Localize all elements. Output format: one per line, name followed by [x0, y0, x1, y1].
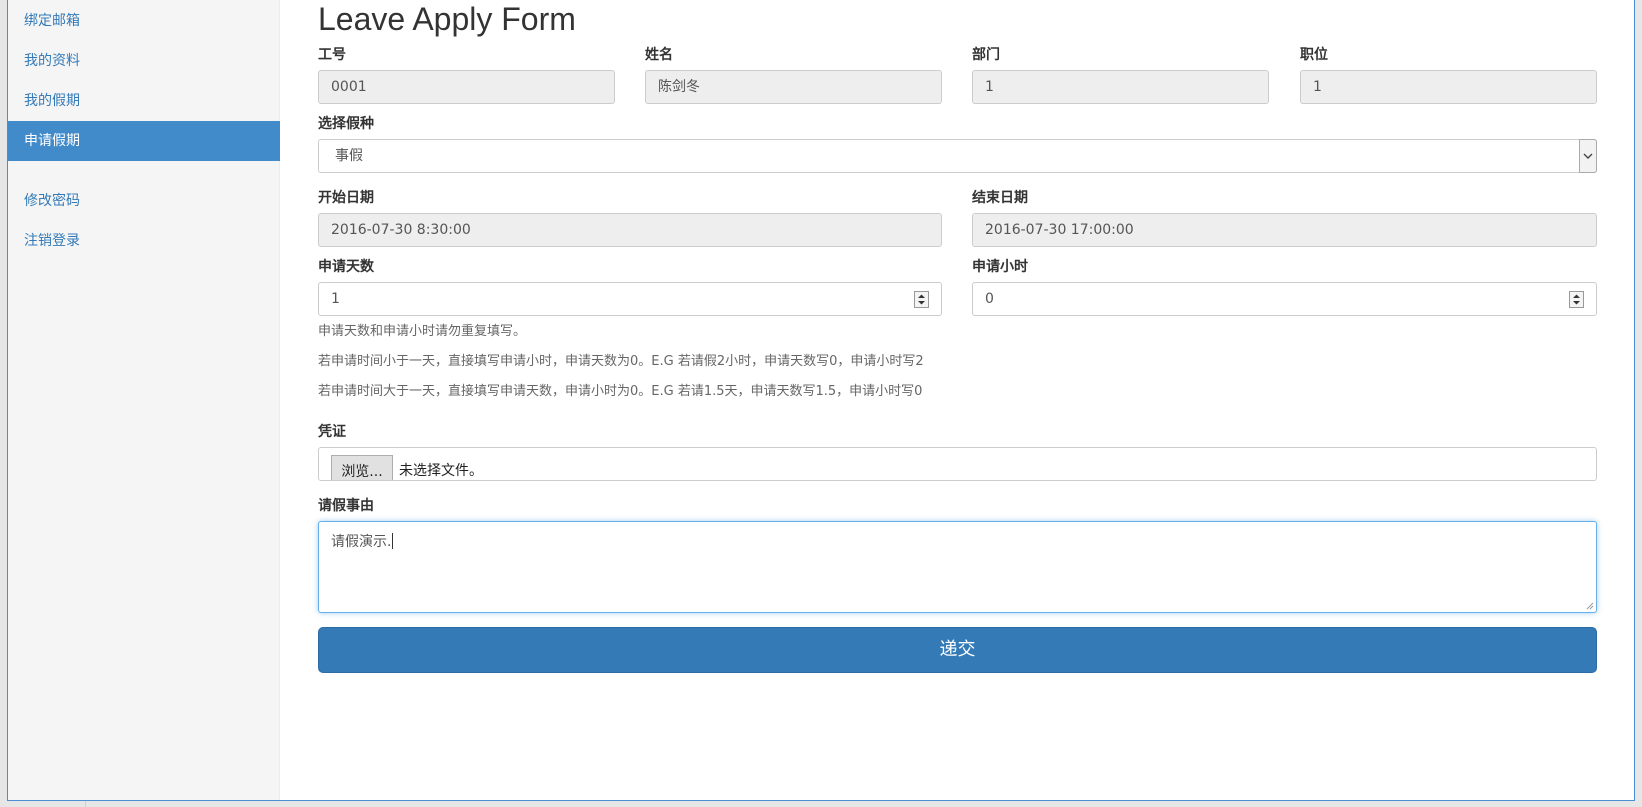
- position-field[interactable]: 1: [1300, 70, 1597, 104]
- leave-type-label: 选择假种: [318, 116, 374, 132]
- hours-stepper[interactable]: 0: [972, 282, 1597, 316]
- employee-id-field[interactable]: 0001: [318, 70, 615, 104]
- leave-type-value: 事假: [335, 148, 363, 164]
- sidebar-item-my-profile[interactable]: 我的资料: [8, 41, 280, 81]
- name-field[interactable]: 陈剑冬: [645, 70, 942, 104]
- days-value: 1: [331, 291, 340, 307]
- sidebar-item-change-password[interactable]: 修改密码: [8, 181, 280, 221]
- hint-text: 若申请时间大于一天，直接填写申请天数，申请小时为0。E.G 若请1.5天，申请天…: [318, 384, 923, 399]
- start-date-field[interactable]: 2016-07-30 8:30:00: [318, 213, 942, 247]
- background-divider: [85, 801, 86, 807]
- days-stepper[interactable]: 1: [318, 282, 942, 316]
- hint-text: 若申请时间小于一天，直接填写申请小时，申请天数为0。E.G 若请假2小时，申请天…: [318, 354, 924, 369]
- end-date-label: 结束日期: [972, 190, 1028, 206]
- hours-value: 0: [985, 291, 994, 307]
- reason-textarea[interactable]: 请假演示.: [318, 521, 1597, 613]
- main-content: Leave Apply Form 工号 0001 姓名 陈剑冬 部门 1 职位 …: [280, 0, 1634, 800]
- browse-button[interactable]: 浏览...: [331, 455, 393, 480]
- sidebar: 绑定邮箱 我的资料 我的假期 申请假期 修改密码 注销登录: [8, 0, 280, 800]
- start-date-label: 开始日期: [318, 190, 374, 206]
- text-caret: [392, 533, 394, 549]
- hint-text: 申请天数和申请小时请勿重复填写。: [318, 324, 527, 339]
- sidebar-item-logout[interactable]: 注销登录: [8, 221, 280, 261]
- name-label: 姓名: [645, 47, 673, 63]
- employee-id-label: 工号: [318, 47, 346, 63]
- stepper-arrows-icon[interactable]: [1569, 291, 1584, 308]
- position-label: 职位: [1300, 47, 1328, 63]
- department-label: 部门: [972, 47, 1000, 63]
- days-label: 申请天数: [318, 259, 374, 275]
- app-window: 绑定邮箱 我的资料 我的假期 申请假期 修改密码 注销登录 Leave Appl…: [7, 0, 1635, 801]
- file-upload-field[interactable]: 浏览... 未选择文件。: [318, 447, 1597, 481]
- end-date-field[interactable]: 2016-07-30 17:00:00: [972, 213, 1597, 247]
- chevron-down-icon[interactable]: [1579, 139, 1597, 173]
- voucher-label: 凭证: [318, 424, 346, 440]
- page-title: Leave Apply Form: [318, 1, 576, 37]
- stepper-arrows-icon[interactable]: [914, 291, 929, 308]
- file-status: 未选择文件。: [399, 463, 483, 479]
- submit-button[interactable]: 递交: [318, 627, 1597, 673]
- leave-type-select[interactable]: 事假: [318, 139, 1597, 173]
- department-field[interactable]: 1: [972, 70, 1269, 104]
- sidebar-item-apply-leave[interactable]: 申请假期: [8, 121, 280, 161]
- resize-grip-icon[interactable]: [1585, 601, 1594, 610]
- sidebar-item-my-leave[interactable]: 我的假期: [8, 81, 280, 121]
- reason-value: 请假演示.: [331, 534, 392, 550]
- reason-label-text: 请假事由: [318, 498, 374, 514]
- sidebar-item-bind-email[interactable]: 绑定邮箱: [8, 1, 280, 41]
- hours-label: 申请小时: [972, 259, 1028, 275]
